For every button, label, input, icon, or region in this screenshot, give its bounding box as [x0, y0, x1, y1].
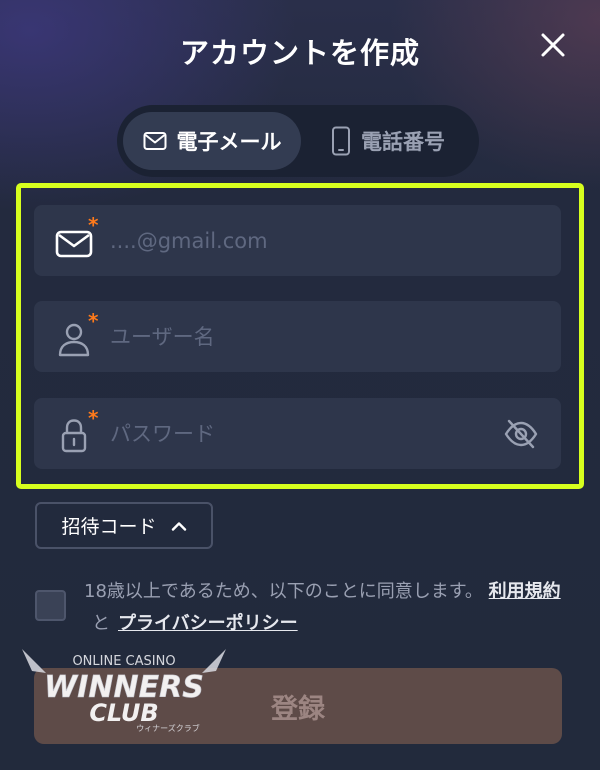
- invite-code-toggle[interactable]: 招待コード: [35, 502, 213, 549]
- email-field: *: [34, 205, 561, 276]
- password-field: *: [34, 398, 561, 469]
- close-button[interactable]: [534, 26, 572, 64]
- username-input[interactable]: [110, 301, 510, 372]
- tab-email-label: 電子メール: [176, 130, 282, 154]
- chevron-up-icon: [171, 521, 187, 531]
- password-input[interactable]: [110, 398, 510, 469]
- envelope-icon: [143, 131, 167, 151]
- tab-phone[interactable]: 電話番号: [303, 112, 473, 170]
- email-input[interactable]: [110, 205, 510, 276]
- logo-sub-text: ウィナーズクラブ: [136, 723, 200, 733]
- agreement-text: 18歳以上であるため、以下のことに同意します。 利用規約と プライバシーポリシー: [84, 576, 564, 640]
- page-title: アカウントを作成: [179, 36, 420, 70]
- username-field: *: [34, 301, 561, 372]
- winners-club-logo: ONLINE CASINO WINNERS CLUB ウィナーズクラブ: [22, 649, 226, 733]
- privacy-policy-link[interactable]: プライバシーポリシー: [118, 613, 298, 634]
- tab-phone-label: 電話番号: [361, 130, 445, 154]
- tab-email[interactable]: 電子メール: [123, 112, 301, 170]
- invite-code-label: 招待コード: [61, 516, 157, 538]
- age-agreement-checkbox[interactable]: [35, 590, 66, 621]
- close-icon: [541, 33, 565, 57]
- terms-link[interactable]: 利用規約: [489, 581, 561, 602]
- required-mark: *: [88, 213, 99, 237]
- agreement-statement: 18歳以上であるため、以下のことに同意します。: [84, 581, 483, 602]
- agreement-and: と: [92, 613, 110, 634]
- logo-club-text: CLUB: [89, 699, 158, 727]
- eye-off-icon: [504, 419, 538, 449]
- required-mark: *: [88, 309, 99, 333]
- phone-icon: [331, 126, 351, 156]
- toggle-password-visibility-button[interactable]: [502, 415, 540, 453]
- logo-top-text: ONLINE CASINO: [72, 654, 175, 669]
- required-mark: *: [88, 406, 99, 430]
- signup-method-tabs: 電子メール 電話番号: [117, 105, 479, 177]
